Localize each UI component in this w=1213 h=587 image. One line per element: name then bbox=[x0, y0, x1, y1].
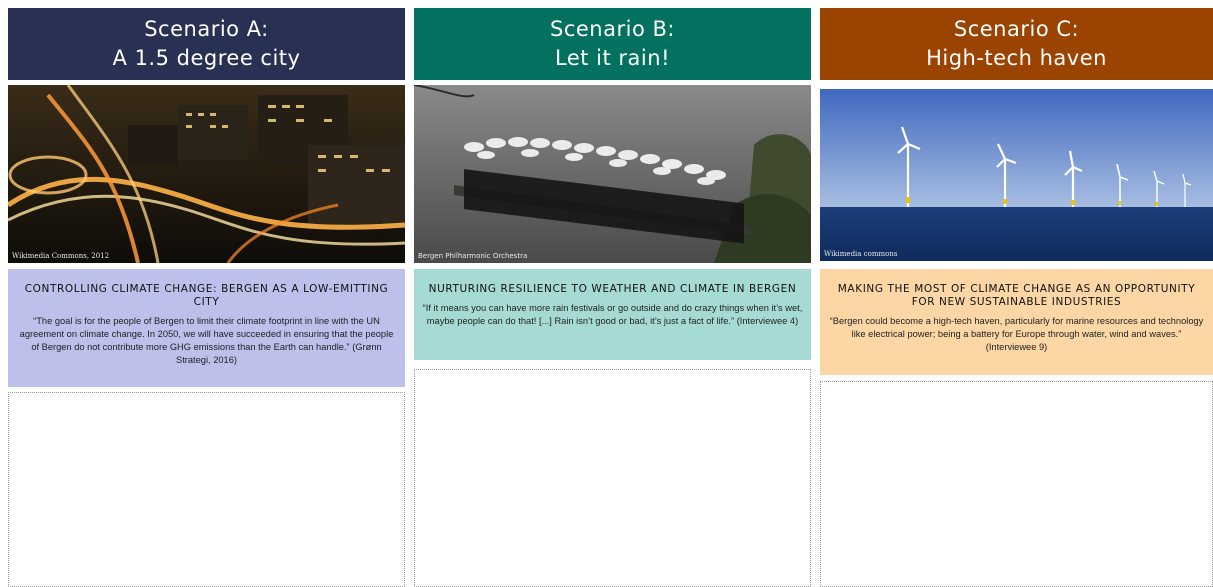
scenario-c-header-line1: Scenario C: bbox=[953, 17, 1080, 41]
scenario-a-photo-credit: Wikimedia Commons, 2012 bbox=[12, 252, 110, 260]
scenario-b-box-quote: “If it means you can have more rain fest… bbox=[422, 303, 803, 326]
scenario-c-box-quote: “Bergen could become a high-tech haven, … bbox=[829, 316, 1204, 352]
scenario-c-notes-area[interactable] bbox=[820, 381, 1213, 587]
scenario-a-box-title: CONTROLLING CLIMATE CHANGE: BERGEN AS A … bbox=[24, 283, 389, 308]
scenario-c-wind-turbines-photo: Wikimedia commons bbox=[820, 89, 1213, 261]
scenario-a-notes-area[interactable] bbox=[8, 392, 405, 587]
scenario-c-photo-credit: Wikimedia commons bbox=[824, 250, 898, 258]
scenario-b-orchestra-umbrellas-photo: Bergen Philharmonic Orchestra bbox=[414, 85, 811, 263]
scenario-c-column: Scenario C: High-tech haven Wikimedia co… bbox=[820, 0, 1213, 587]
scenario-b-text-box: NURTURING RESILIENCE TO WEATHER AND CLIM… bbox=[414, 269, 811, 360]
scenario-a-column: Scenario A: A 1.5 degree city Wikimedia … bbox=[8, 0, 405, 587]
scenario-b-header: Scenario B: Let it rain! bbox=[414, 8, 811, 80]
scenario-c-header: Scenario C: High-tech haven bbox=[820, 8, 1213, 80]
scenario-b-header-line1: Scenario B: bbox=[550, 17, 675, 41]
scenario-a-header-line1: Scenario A: bbox=[144, 17, 269, 41]
scenario-b-photo-credit: Bergen Philharmonic Orchestra bbox=[418, 252, 528, 260]
scenario-a-city-night-photo: Wikimedia Commons, 2012 bbox=[8, 85, 405, 263]
scenario-a-header-line2: A 1.5 degree city bbox=[112, 46, 301, 70]
scenario-b-column: Scenario B: Let it rain! Bergen Philharm… bbox=[414, 0, 811, 587]
scenario-c-text-box: MAKING THE MOST OF CLIMATE CHANGE AS AN … bbox=[820, 269, 1213, 375]
scenario-a-header: Scenario A: A 1.5 degree city bbox=[8, 8, 405, 80]
scenario-b-box-title: NURTURING RESILIENCE TO WEATHER AND CLIM… bbox=[428, 283, 797, 295]
scenario-b-header-line2: Let it rain! bbox=[555, 46, 670, 70]
scenario-c-header-line2: High-tech haven bbox=[926, 46, 1107, 70]
scenario-a-text-box: CONTROLLING CLIMATE CHANGE: BERGEN AS A … bbox=[8, 269, 405, 387]
scenario-a-box-quote: “The goal is for the people of Bergen to… bbox=[19, 316, 394, 365]
scenario-b-notes-area[interactable] bbox=[414, 369, 811, 587]
scenario-c-box-title: MAKING THE MOST OF CLIMATE CHANGE AS AN … bbox=[837, 283, 1196, 308]
